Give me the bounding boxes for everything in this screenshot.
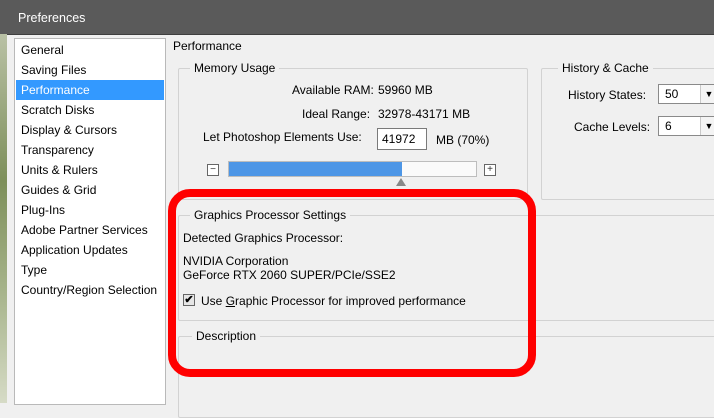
sidebar-item-plug-ins[interactable]: Plug-Ins bbox=[16, 200, 164, 220]
history-states-value: 50 bbox=[665, 87, 679, 101]
memory-usage-legend: Memory Usage bbox=[190, 61, 280, 75]
chevron-down-icon: ▼ bbox=[700, 117, 714, 135]
chevron-down-icon: ▼ bbox=[700, 85, 714, 103]
annotation-highlight-box bbox=[168, 189, 536, 377]
plus-icon: + bbox=[487, 164, 493, 175]
cache-levels-select[interactable]: 6 ▼ bbox=[658, 116, 714, 136]
cache-levels-label: Cache Levels: bbox=[574, 120, 651, 134]
memory-slider[interactable] bbox=[228, 161, 477, 177]
ideal-range-label: Ideal Range: bbox=[302, 107, 371, 121]
background-image-strip bbox=[0, 34, 7, 403]
sidebar-item-display-cursors[interactable]: Display & Cursors bbox=[16, 120, 164, 140]
preferences-sidebar: General Saving Files Performance Scratch… bbox=[14, 38, 166, 405]
sidebar-item-guides-grid[interactable]: Guides & Grid bbox=[16, 180, 164, 200]
available-ram-label: Available RAM: bbox=[292, 83, 374, 97]
memory-decrease-button[interactable]: − bbox=[207, 164, 219, 176]
sidebar-item-type[interactable]: Type bbox=[16, 260, 164, 280]
memory-use-unit: MB (70%) bbox=[436, 133, 490, 147]
history-cache-legend: History & Cache bbox=[558, 61, 653, 75]
sidebar-item-saving-files[interactable]: Saving Files bbox=[16, 60, 164, 80]
memory-slider-thumb[interactable] bbox=[396, 178, 406, 186]
sidebar-item-performance[interactable]: Performance bbox=[16, 80, 164, 100]
memory-increase-button[interactable]: + bbox=[484, 164, 496, 176]
available-ram-value: 59960 MB bbox=[378, 83, 433, 97]
title-bar: Preferences bbox=[0, 0, 714, 35]
sidebar-item-general[interactable]: General bbox=[16, 40, 164, 60]
sidebar-item-country-region[interactable]: Country/Region Selection bbox=[16, 280, 164, 300]
sidebar-item-application-updates[interactable]: Application Updates bbox=[16, 240, 164, 260]
history-states-label: History States: bbox=[568, 88, 647, 102]
minus-icon: − bbox=[210, 164, 216, 175]
ideal-range-value: 32978-43171 MB bbox=[378, 107, 471, 121]
memory-slider-fill bbox=[229, 162, 402, 176]
page-title: Performance bbox=[173, 39, 242, 53]
memory-use-input[interactable]: 41972 bbox=[377, 128, 427, 150]
sidebar-item-adobe-partner-services[interactable]: Adobe Partner Services bbox=[16, 220, 164, 240]
cache-levels-value: 6 bbox=[665, 119, 672, 133]
history-states-select[interactable]: 50 ▼ bbox=[658, 84, 714, 104]
sidebar-item-scratch-disks[interactable]: Scratch Disks bbox=[16, 100, 164, 120]
window-title: Preferences bbox=[18, 11, 86, 25]
sidebar-item-transparency[interactable]: Transparency bbox=[16, 140, 164, 160]
sidebar-item-units-rulers[interactable]: Units & Rulers bbox=[16, 160, 164, 180]
memory-use-label: Let Photoshop Elements Use: bbox=[203, 130, 362, 144]
